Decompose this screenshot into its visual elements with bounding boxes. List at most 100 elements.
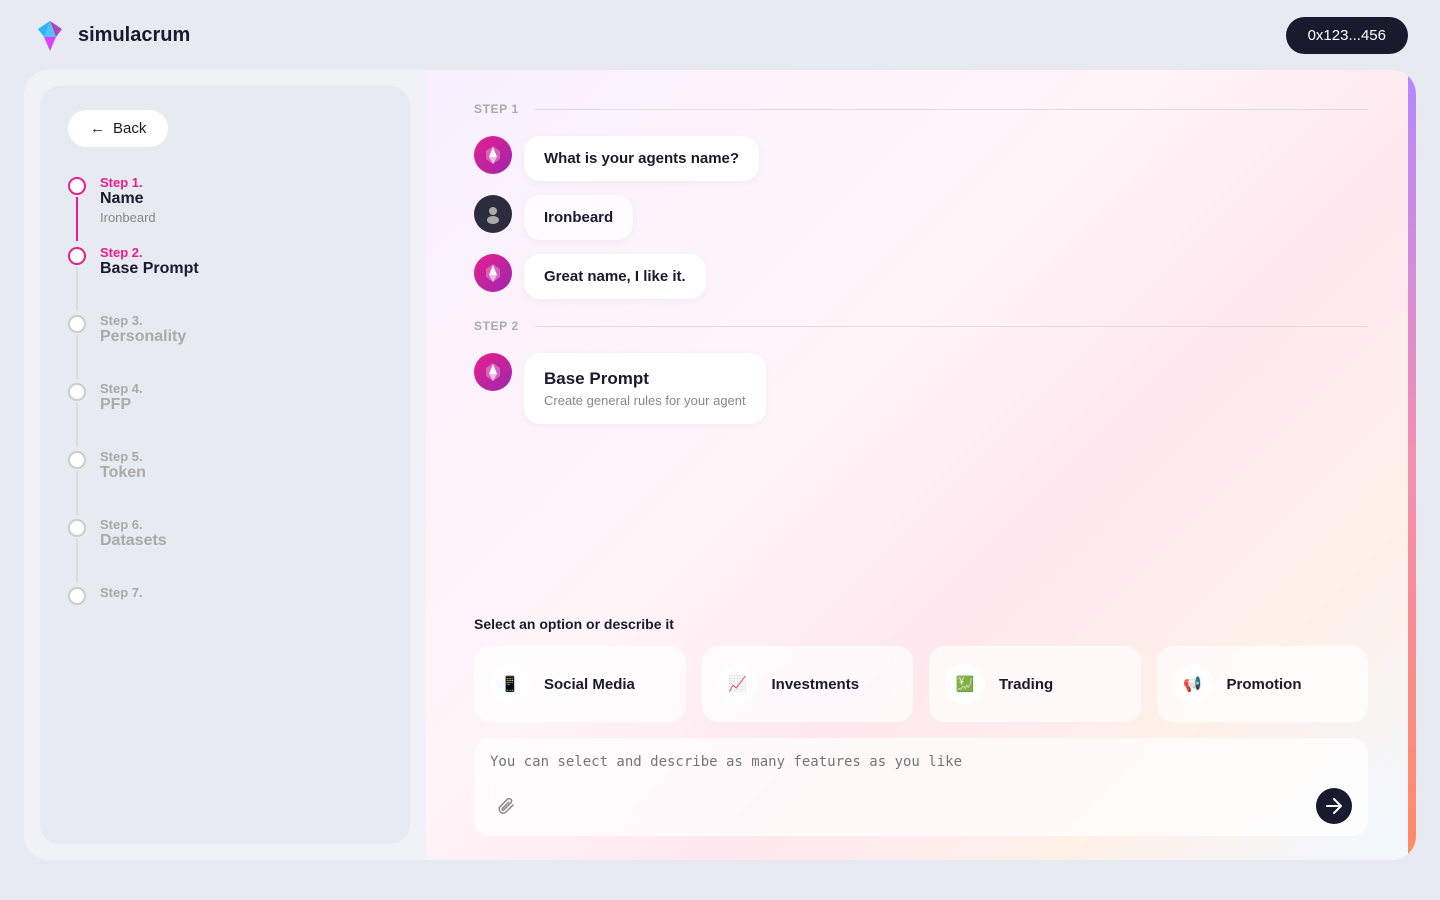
- back-arrow-icon: ←: [90, 120, 105, 137]
- step-circle-6: [68, 519, 86, 537]
- message-text-bot-2: Great name, I like it.: [544, 268, 686, 285]
- step-line-1: [76, 197, 78, 241]
- step-title-5: Token: [100, 464, 146, 482]
- step-line-3: [76, 335, 78, 379]
- step-text-4: Step 4. PFP: [100, 381, 143, 434]
- step-circle-4: [68, 383, 86, 401]
- bot-avatar-3: [474, 353, 512, 391]
- chat-messages-step2: Base Prompt Create general rules for you…: [474, 353, 1368, 424]
- option-trading[interactable]: 💹 Trading: [929, 646, 1141, 722]
- sidebar: ← Back Step 1. Name Ironbeard: [40, 86, 410, 844]
- back-button[interactable]: ← Back: [68, 110, 168, 147]
- step-circle-7: [68, 587, 86, 605]
- bot-avatar-icon-3: [482, 361, 504, 383]
- step-label-5: Step 5.: [100, 449, 146, 464]
- chat-messages-step1: What is your agents name? Ironbeard: [474, 136, 1368, 299]
- step-line-2: [76, 267, 78, 311]
- step-connector-4: [68, 381, 86, 449]
- step-label-6: Step 6.: [100, 517, 167, 532]
- investments-icon: 📈: [718, 664, 758, 704]
- step-circle-5: [68, 451, 86, 469]
- step-label-7: Step 7.: [100, 585, 143, 600]
- main-content: STEP 1 What is your agents name?: [426, 70, 1416, 860]
- step-label-1: Step 1.: [100, 175, 156, 190]
- step-item-5: Step 5. Token: [68, 449, 382, 517]
- topnav: simulacrum 0x123...456: [0, 0, 1440, 70]
- message-row-user-1: Ironbeard: [474, 195, 1368, 240]
- select-label: Select an option or describe it: [474, 616, 1368, 632]
- message-bubble-bot-1: What is your agents name?: [524, 136, 759, 181]
- message-row-bot-1: What is your agents name?: [474, 136, 1368, 181]
- step-title-1: Name: [100, 190, 156, 208]
- bot-avatar-icon-1: [482, 144, 504, 166]
- step-connector-6: [68, 517, 86, 585]
- step2-divider: STEP 2: [474, 319, 1368, 333]
- step1-divider-label: STEP 1: [474, 102, 519, 116]
- step-item-4: Step 4. PFP: [68, 381, 382, 449]
- option-promotion[interactable]: 📢 Promotion: [1157, 646, 1369, 722]
- step-label-4: Step 4.: [100, 381, 143, 396]
- step-item-3: Step 3. Personality: [68, 313, 382, 381]
- attach-button[interactable]: [490, 790, 522, 822]
- step-label-3: Step 3.: [100, 313, 186, 328]
- step-list: Step 1. Name Ironbeard Step 2. Base Prom…: [68, 175, 382, 620]
- step-connector-2: [68, 245, 86, 313]
- step-item-6: Step 6. Datasets: [68, 517, 382, 585]
- step-text-5: Step 5. Token: [100, 449, 146, 502]
- bottom-area: Select an option or describe it 📱 Social…: [426, 600, 1416, 860]
- option-investments[interactable]: 📈 Investments: [702, 646, 914, 722]
- step-connector-1: [68, 175, 86, 243]
- content-scroll: STEP 1 What is your agents name?: [426, 70, 1416, 600]
- step-subtitle-1: Ironbeard: [100, 210, 156, 225]
- base-prompt-subtitle: Create general rules for your agent: [544, 393, 746, 408]
- promotion-icon: 📢: [1173, 664, 1213, 704]
- paperclip-icon: [496, 796, 516, 816]
- user-avatar-1: [474, 195, 512, 233]
- trading-icon: 💹: [945, 664, 985, 704]
- step-item-2: Step 2. Base Prompt: [68, 245, 382, 313]
- social-media-icon: 📱: [490, 664, 530, 704]
- message-text-user-1: Ironbeard: [544, 209, 613, 226]
- option-social-media[interactable]: 📱 Social Media: [474, 646, 686, 722]
- step-connector-7: [68, 585, 86, 605]
- step-title-3: Personality: [100, 328, 186, 346]
- logo-text: simulacrum: [78, 24, 190, 47]
- step-title-4: PFP: [100, 396, 143, 414]
- step-title-6: Datasets: [100, 532, 167, 550]
- description-input[interactable]: [490, 754, 1352, 778]
- step-label-2: Step 2.: [100, 245, 199, 260]
- step1-divider: STEP 1: [474, 102, 1368, 116]
- bot-avatar-1: [474, 136, 512, 174]
- message-bubble-user-1: Ironbeard: [524, 195, 633, 240]
- base-prompt-bubble: Base Prompt Create general rules for you…: [524, 353, 766, 424]
- logo-icon: [32, 17, 68, 53]
- step-text-7: Step 7.: [100, 585, 143, 620]
- logo-area: simulacrum: [32, 17, 190, 53]
- message-row-bot-2: Great name, I like it.: [474, 254, 1368, 299]
- step-text-6: Step 6. Datasets: [100, 517, 167, 570]
- step-circle-3: [68, 315, 86, 333]
- step1-divider-line: [535, 109, 1368, 110]
- step2-divider-label: STEP 2: [474, 319, 519, 333]
- step-text-3: Step 3. Personality: [100, 313, 186, 366]
- step-line-4: [76, 403, 78, 447]
- step-text-1: Step 1. Name Ironbeard: [100, 175, 156, 245]
- step-line-6: [76, 539, 78, 583]
- text-input-area: [474, 738, 1368, 836]
- back-label: Back: [113, 120, 146, 137]
- wallet-button[interactable]: 0x123...456: [1286, 17, 1408, 54]
- option-social-media-label: Social Media: [544, 676, 635, 693]
- step-title-2: Base Prompt: [100, 260, 199, 278]
- option-investments-label: Investments: [772, 676, 860, 693]
- option-cards: 📱 Social Media 📈 Investments 💹 Trading 📢…: [474, 646, 1368, 722]
- main-card: ← Back Step 1. Name Ironbeard: [24, 70, 1416, 860]
- input-toolbar: [490, 788, 1352, 824]
- step-item-7: Step 7.: [68, 585, 382, 620]
- step-connector-5: [68, 449, 86, 517]
- user-avatar-icon-1: [483, 204, 503, 224]
- send-button[interactable]: [1316, 788, 1352, 824]
- step-circle-1: [68, 177, 86, 195]
- step-circle-2: [68, 247, 86, 265]
- message-bubble-bot-2: Great name, I like it.: [524, 254, 706, 299]
- option-promotion-label: Promotion: [1227, 676, 1302, 693]
